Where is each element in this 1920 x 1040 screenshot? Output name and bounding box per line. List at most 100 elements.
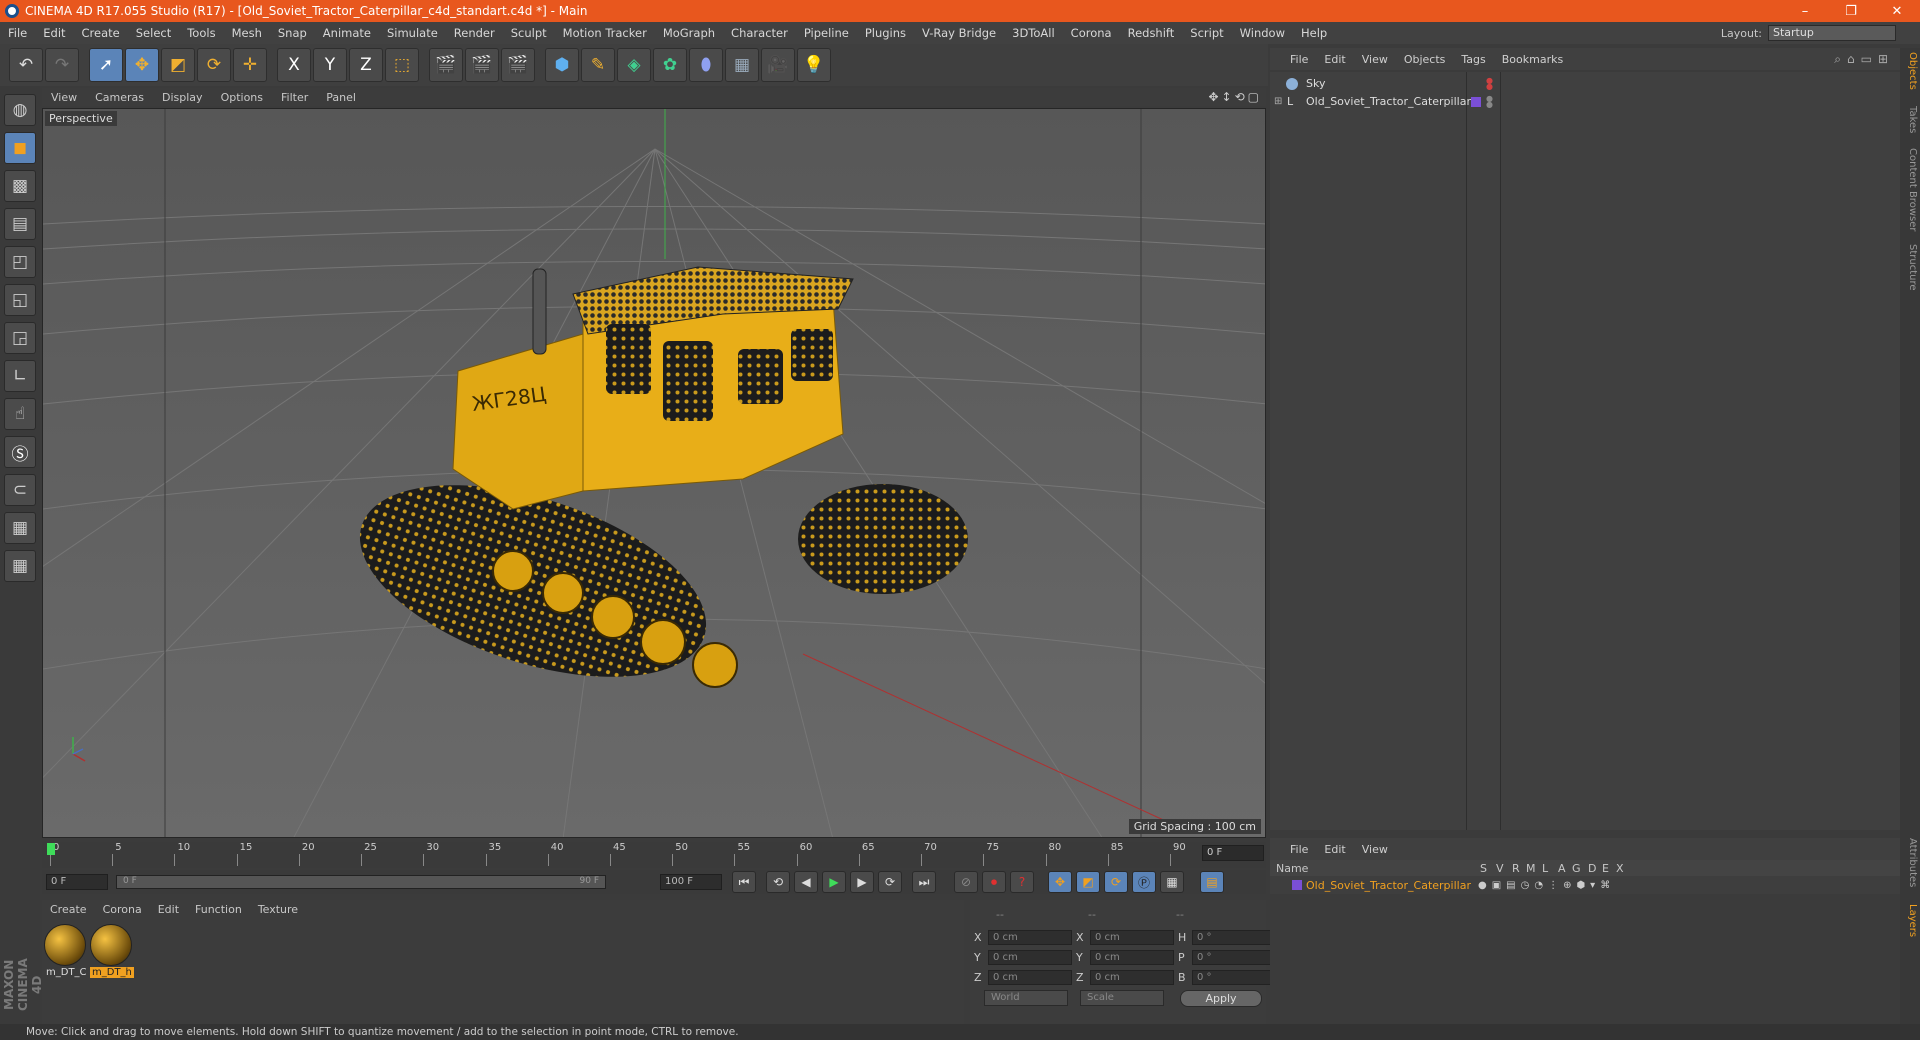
redo-icon[interactable]: ↷ xyxy=(45,48,79,82)
render-settings-icon[interactable]: 🎬 xyxy=(501,48,535,82)
maximize-button[interactable]: ❐ xyxy=(1828,0,1874,22)
objects-menu-edit[interactable]: Edit xyxy=(1316,53,1353,66)
viewport-menu-display[interactable]: Display xyxy=(153,91,212,104)
size-mode-dropdown[interactable]: Scale xyxy=(1080,990,1164,1006)
menu-select[interactable]: Select xyxy=(128,26,179,40)
position-x-field[interactable]: 0 cm xyxy=(988,930,1072,945)
rotation-h-field[interactable]: 0 ° xyxy=(1192,930,1276,945)
key-pla-icon[interactable]: ▦ xyxy=(1160,871,1184,893)
layer-row[interactable]: Old_Soviet_Tractor_Caterpillar ●▣▤◷◔⋮⊕⬢▾… xyxy=(1270,876,1900,894)
keyframe-selection-icon[interactable]: ? xyxy=(1010,871,1034,893)
record-keys-icon[interactable]: ⊘ xyxy=(954,871,978,893)
viewport-menu-filter[interactable]: Filter xyxy=(272,91,317,104)
timeline-window-icon[interactable]: ▤ xyxy=(1200,871,1224,893)
key-scale-icon[interactable]: ◩ xyxy=(1076,871,1100,893)
menu-tools[interactable]: Tools xyxy=(179,26,223,40)
make-editable-icon[interactable]: ◍ xyxy=(4,94,36,126)
render-picture-viewer-icon[interactable]: 🎬 xyxy=(465,48,499,82)
camera-icon[interactable]: 🎥 xyxy=(761,48,795,82)
recent-tool-icon[interactable]: ✛ xyxy=(233,48,267,82)
tab-objects[interactable]: Objects xyxy=(1902,52,1918,90)
play-forward-icon[interactable]: ▶ xyxy=(822,871,846,893)
menu-edit[interactable]: Edit xyxy=(35,26,73,40)
menu-snap[interactable]: Snap xyxy=(270,26,315,40)
snap-icon[interactable]: ⊂ xyxy=(4,474,36,506)
render-view-icon[interactable]: 🎬 xyxy=(429,48,463,82)
menu-simulate[interactable]: Simulate xyxy=(379,26,446,40)
workplane-lock-icon[interactable]: ▦ xyxy=(4,512,36,544)
material-menu-edit[interactable]: Edit xyxy=(150,903,187,916)
tab-layers[interactable]: Layers xyxy=(1902,904,1918,937)
menu-animate[interactable]: Animate xyxy=(315,26,379,40)
coordinate-mode-dropdown[interactable]: World xyxy=(984,990,1068,1006)
key-parameter-icon[interactable]: Ⓟ xyxy=(1132,871,1156,893)
coordinate-system-icon[interactable]: ⬚ xyxy=(385,48,419,82)
subdivision-surface-icon[interactable]: ◈ xyxy=(617,48,651,82)
end-frame-field[interactable]: 100 F xyxy=(660,874,722,890)
objects-menu-objects[interactable]: Objects xyxy=(1396,53,1454,66)
workplane-mode-icon[interactable]: ▤ xyxy=(4,208,36,240)
minimize-button[interactable]: – xyxy=(1782,0,1828,22)
key-position-icon[interactable]: ✥ xyxy=(1048,871,1072,893)
tab-attributes[interactable]: Attributes xyxy=(1902,838,1918,887)
layout-dropdown[interactable]: Startup xyxy=(1768,25,1896,41)
menu-character[interactable]: Character xyxy=(723,26,796,40)
solo-mode-icon[interactable]: Ⓢ xyxy=(4,436,36,468)
tweak-mode-icon[interactable]: ☝ xyxy=(4,398,36,430)
cloner-icon[interactable]: ✿ xyxy=(653,48,687,82)
go-to-next-key-icon[interactable]: ⟳ xyxy=(878,871,902,893)
menu-help[interactable]: Help xyxy=(1293,26,1335,40)
deformer-icon[interactable]: ⬮ xyxy=(689,48,723,82)
viewport-navigation-icons[interactable]: ✥↕⟲▢ xyxy=(1208,90,1262,104)
tab-structure[interactable]: Structure xyxy=(1902,244,1918,291)
material-swatch[interactable]: m_DT_h xyxy=(90,924,134,986)
live-selection-icon[interactable]: ➚ xyxy=(89,48,123,82)
preview-range-slider[interactable]: 0 F 90 F xyxy=(116,875,606,889)
menu-mesh[interactable]: Mesh xyxy=(224,26,270,40)
material-menu-function[interactable]: Function xyxy=(187,903,250,916)
viewport-menu-options[interactable]: Options xyxy=(212,91,272,104)
auto-keying-icon[interactable]: ⏺ xyxy=(982,871,1006,893)
rotation-b-field[interactable]: 0 ° xyxy=(1192,970,1276,985)
y-axis-lock-icon[interactable]: Y xyxy=(313,48,347,82)
size-z-field[interactable]: 0 cm xyxy=(1090,970,1174,985)
cube-object-icon[interactable]: ⬢ xyxy=(545,48,579,82)
menu-mograph[interactable]: MoGraph xyxy=(655,26,723,40)
timeline-ruler[interactable]: 0 5 10 15 20 25 30 35 40 45 50 55 60 65 70 75 80 85 90 0 F xyxy=(42,842,1266,868)
objects-menu-file[interactable]: File xyxy=(1282,53,1316,66)
layers-menu-file[interactable]: File xyxy=(1282,843,1316,856)
object-row-sky[interactable]: Sky ● ● xyxy=(1270,74,1900,93)
viewport-menu-cameras[interactable]: Cameras xyxy=(86,91,153,104)
menu-script[interactable]: Script xyxy=(1182,26,1231,40)
objects-menu-bookmarks[interactable]: Bookmarks xyxy=(1494,53,1571,66)
menu-render[interactable]: Render xyxy=(446,26,503,40)
undo-icon[interactable]: ↶ xyxy=(9,48,43,82)
menu-redshift[interactable]: Redshift xyxy=(1120,26,1183,40)
material-menu-texture[interactable]: Texture xyxy=(250,903,306,916)
position-z-field[interactable]: 0 cm xyxy=(988,970,1072,985)
menu-create[interactable]: Create xyxy=(74,26,128,40)
material-menu-create[interactable]: Create xyxy=(42,903,95,916)
polygons-mode-icon[interactable]: ◲ xyxy=(4,322,36,354)
menu-3dtoall[interactable]: 3DToAll xyxy=(1004,26,1063,40)
z-axis-lock-icon[interactable]: Z xyxy=(349,48,383,82)
scale-tool-icon[interactable]: ◩ xyxy=(161,48,195,82)
tab-takes[interactable]: Takes xyxy=(1902,106,1918,133)
planar-workplane-icon[interactable]: ▦ xyxy=(4,550,36,582)
viewport-menu-panel[interactable]: Panel xyxy=(317,91,365,104)
material-swatch[interactable]: m_DT_C xyxy=(44,924,88,986)
go-to-end-icon[interactable]: ⏭ xyxy=(912,871,936,893)
layers-menu-edit[interactable]: Edit xyxy=(1316,843,1353,856)
size-x-field[interactable]: 0 cm xyxy=(1090,930,1174,945)
perspective-viewport[interactable]: ЖГ28Ц Perspective Grid Spacing : 100 cm xyxy=(42,108,1266,838)
menu-window[interactable]: Window xyxy=(1232,26,1293,40)
layer-toggle-icons[interactable]: ●▣▤◷◔⋮⊕⬢▾⌘ xyxy=(1478,880,1615,891)
object-manager-toolbar-icons[interactable]: ⌕⌂▭⊞ xyxy=(1834,52,1894,67)
menu-corona[interactable]: Corona xyxy=(1063,26,1120,40)
rotation-p-field[interactable]: 0 ° xyxy=(1192,950,1276,965)
axis-mode-icon[interactable]: ∟ xyxy=(4,360,36,392)
points-mode-icon[interactable]: ◰ xyxy=(4,246,36,278)
object-row-tractor[interactable]: ⊞ L Old_Soviet_Tractor_Caterpillar ● ● xyxy=(1270,92,1900,111)
tab-content-browser[interactable]: Content Browser xyxy=(1902,148,1918,231)
close-button[interactable]: ✕ xyxy=(1874,0,1920,22)
